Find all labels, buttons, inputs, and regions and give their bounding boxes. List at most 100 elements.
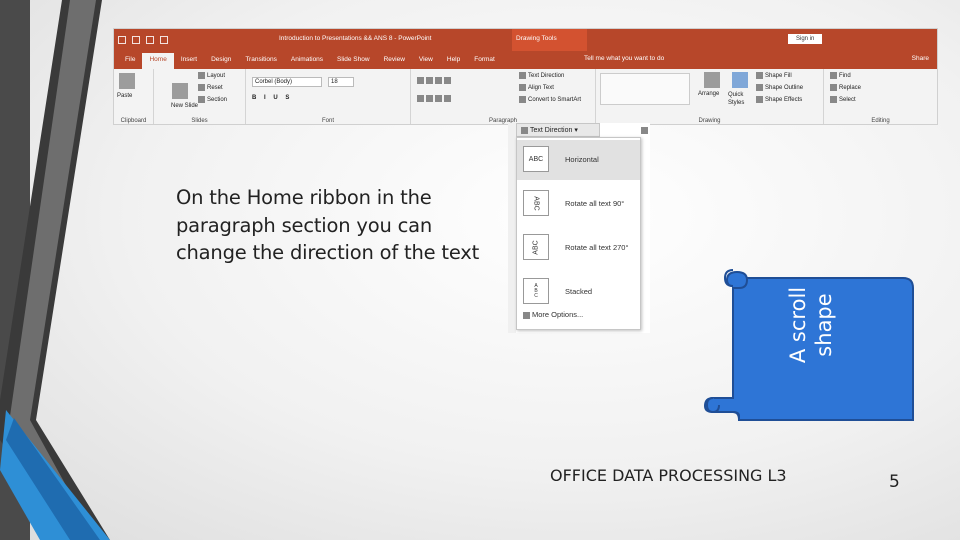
shape-fill-button[interactable]: Shape Fill [756, 72, 792, 79]
shape-outline-button[interactable]: Shape Outline [756, 84, 803, 91]
paste-icon [119, 73, 135, 89]
text-direction-button[interactable]: Text Direction [519, 72, 564, 79]
text-direction-icon [519, 72, 526, 79]
align-text-button[interactable]: Align Text [519, 84, 554, 91]
save-icon[interactable] [118, 36, 126, 44]
ribbon-groups: Paste Clipboard New Slide Layout Reset S… [114, 69, 937, 124]
align-text-icon [519, 84, 526, 91]
layout-button[interactable]: Layout [198, 72, 225, 79]
text-direction-dropdown-button[interactable]: Text Direction ▾ [516, 123, 600, 137]
replace-button[interactable]: Replace [830, 84, 861, 91]
horizontal-icon: ABC [523, 146, 549, 172]
tab-help[interactable]: Help [440, 53, 467, 69]
reset-button[interactable]: Reset [198, 84, 223, 91]
drawing-tools-label: Drawing Tools [512, 29, 587, 51]
section-label: Section [207, 97, 228, 104]
shape-outline-label: Shape Outline [765, 85, 804, 92]
ribbon-tabs: File Home Insert Design Transitions Anim… [114, 51, 937, 69]
convert-smartart-button[interactable]: Convert to SmartArt [519, 96, 581, 103]
paste-button[interactable]: Paste [117, 93, 132, 99]
small-gallery-icon [641, 127, 648, 134]
menu-item-rotate-270-label: Rotate all text 270° [565, 243, 629, 252]
group-clipboard: Paste Clipboard [114, 69, 154, 124]
rotate-270-icon-text: ABC [532, 239, 540, 255]
dropdown-header-label: Text Direction [530, 127, 573, 134]
tab-view[interactable]: View [412, 53, 440, 69]
shapes-gallery[interactable] [600, 73, 690, 105]
section-button[interactable]: Section [198, 96, 227, 103]
section-icon [198, 96, 205, 103]
tab-animations[interactable]: Animations [284, 53, 330, 69]
tab-home[interactable]: Home [142, 53, 174, 69]
font-format-buttons[interactable]: B I U S [252, 95, 292, 101]
menu-item-horizontal[interactable]: ABC Horizontal [517, 140, 640, 180]
select-icon [830, 96, 837, 103]
replace-label: Replace [839, 85, 862, 92]
tab-transitions[interactable]: Transitions [238, 53, 284, 69]
present-icon[interactable] [160, 36, 168, 44]
find-button[interactable]: Find [830, 72, 851, 79]
text-direction-label: Text Direction [528, 73, 565, 80]
clipboard-label: Clipboard [120, 118, 147, 124]
group-font: Corbel (Body) 18 B I U S Font [246, 69, 411, 124]
tab-slide-show[interactable]: Slide Show [330, 53, 377, 69]
quick-access-toolbar [118, 36, 258, 44]
redo-icon[interactable] [146, 36, 154, 44]
align-text-label: Align Text [528, 85, 554, 92]
share-button[interactable]: Share [912, 55, 929, 62]
tell-me-search[interactable]: Tell me what you want to do [584, 55, 664, 62]
shape-fill-label: Shape Fill [765, 73, 792, 80]
tab-file[interactable]: File [118, 53, 142, 69]
menu-item-rotate-90[interactable]: ABC Rotate all text 90° [517, 184, 640, 224]
rotate-90-icon: ABC [523, 190, 549, 216]
align-buttons[interactable] [417, 95, 453, 102]
editing-label: Editing [871, 118, 890, 124]
scroll-shape-label: A scroll shape [786, 286, 836, 364]
group-slides: New Slide Layout Reset Section Slides [154, 69, 246, 124]
quick-styles-icon [732, 72, 748, 88]
arrange-button[interactable]: Arrange [698, 91, 719, 97]
layout-icon [198, 72, 205, 79]
find-label: Find [839, 73, 851, 80]
reset-label: Reset [207, 85, 223, 92]
tab-design[interactable]: Design [204, 53, 238, 69]
decorative-side-shapes [0, 0, 110, 540]
font-name-select[interactable]: Corbel (Body) [252, 77, 322, 87]
menu-item-rotate-270[interactable]: ABC Rotate all text 270° [517, 228, 640, 268]
stacked-icon: ABC [523, 278, 549, 304]
undo-icon[interactable] [132, 36, 140, 44]
tab-review[interactable]: Review [377, 53, 412, 69]
more-options-link[interactable]: More Options... [523, 310, 583, 319]
more-options-label: More Options... [532, 310, 584, 319]
horizontal-icon-text: ABC [528, 155, 544, 163]
more-options-icon [523, 311, 530, 319]
tab-insert[interactable]: Insert [174, 53, 204, 69]
slide-footer: OFFICE DATA PROCESSING L3 [550, 466, 787, 485]
menu-item-horizontal-label: Horizontal [565, 155, 599, 164]
new-slide-button[interactable]: New Slide [171, 103, 198, 109]
rotate-270-icon: ABC [523, 234, 549, 260]
ribbon-screenshot: Introduction to Presentations && ANS 8 -… [113, 28, 938, 125]
shape-outline-icon [756, 84, 763, 91]
find-icon [830, 72, 837, 79]
shape-effects-icon [756, 96, 763, 103]
shape-effects-button[interactable]: Shape Effects [756, 96, 802, 103]
shape-fill-icon [756, 72, 763, 79]
title-bar: Introduction to Presentations && ANS 8 -… [114, 29, 937, 51]
menu-item-stacked-label: Stacked [565, 287, 593, 296]
tab-format[interactable]: Format [467, 53, 502, 69]
list-buttons[interactable] [417, 77, 453, 84]
dropdown-left-edge [508, 123, 516, 333]
quick-styles-button[interactable]: Quick Styles [728, 91, 752, 107]
group-drawing: Arrange Quick Styles Shape Fill Shape Ou… [596, 69, 824, 124]
layout-label: Layout [207, 73, 226, 80]
select-label: Select [839, 97, 856, 104]
font-size-select[interactable]: 18 [328, 77, 354, 87]
slides-label: Slides [191, 118, 208, 124]
menu-item-stacked[interactable]: ABC Stacked [517, 272, 640, 312]
new-slide-icon [172, 83, 188, 99]
instruction-text: On the Home ribbon in the paragraph sect… [176, 186, 480, 264]
sign-in-button[interactable]: Sign in [788, 34, 823, 44]
select-button[interactable]: Select [830, 96, 856, 103]
font-label: Font [321, 118, 334, 124]
